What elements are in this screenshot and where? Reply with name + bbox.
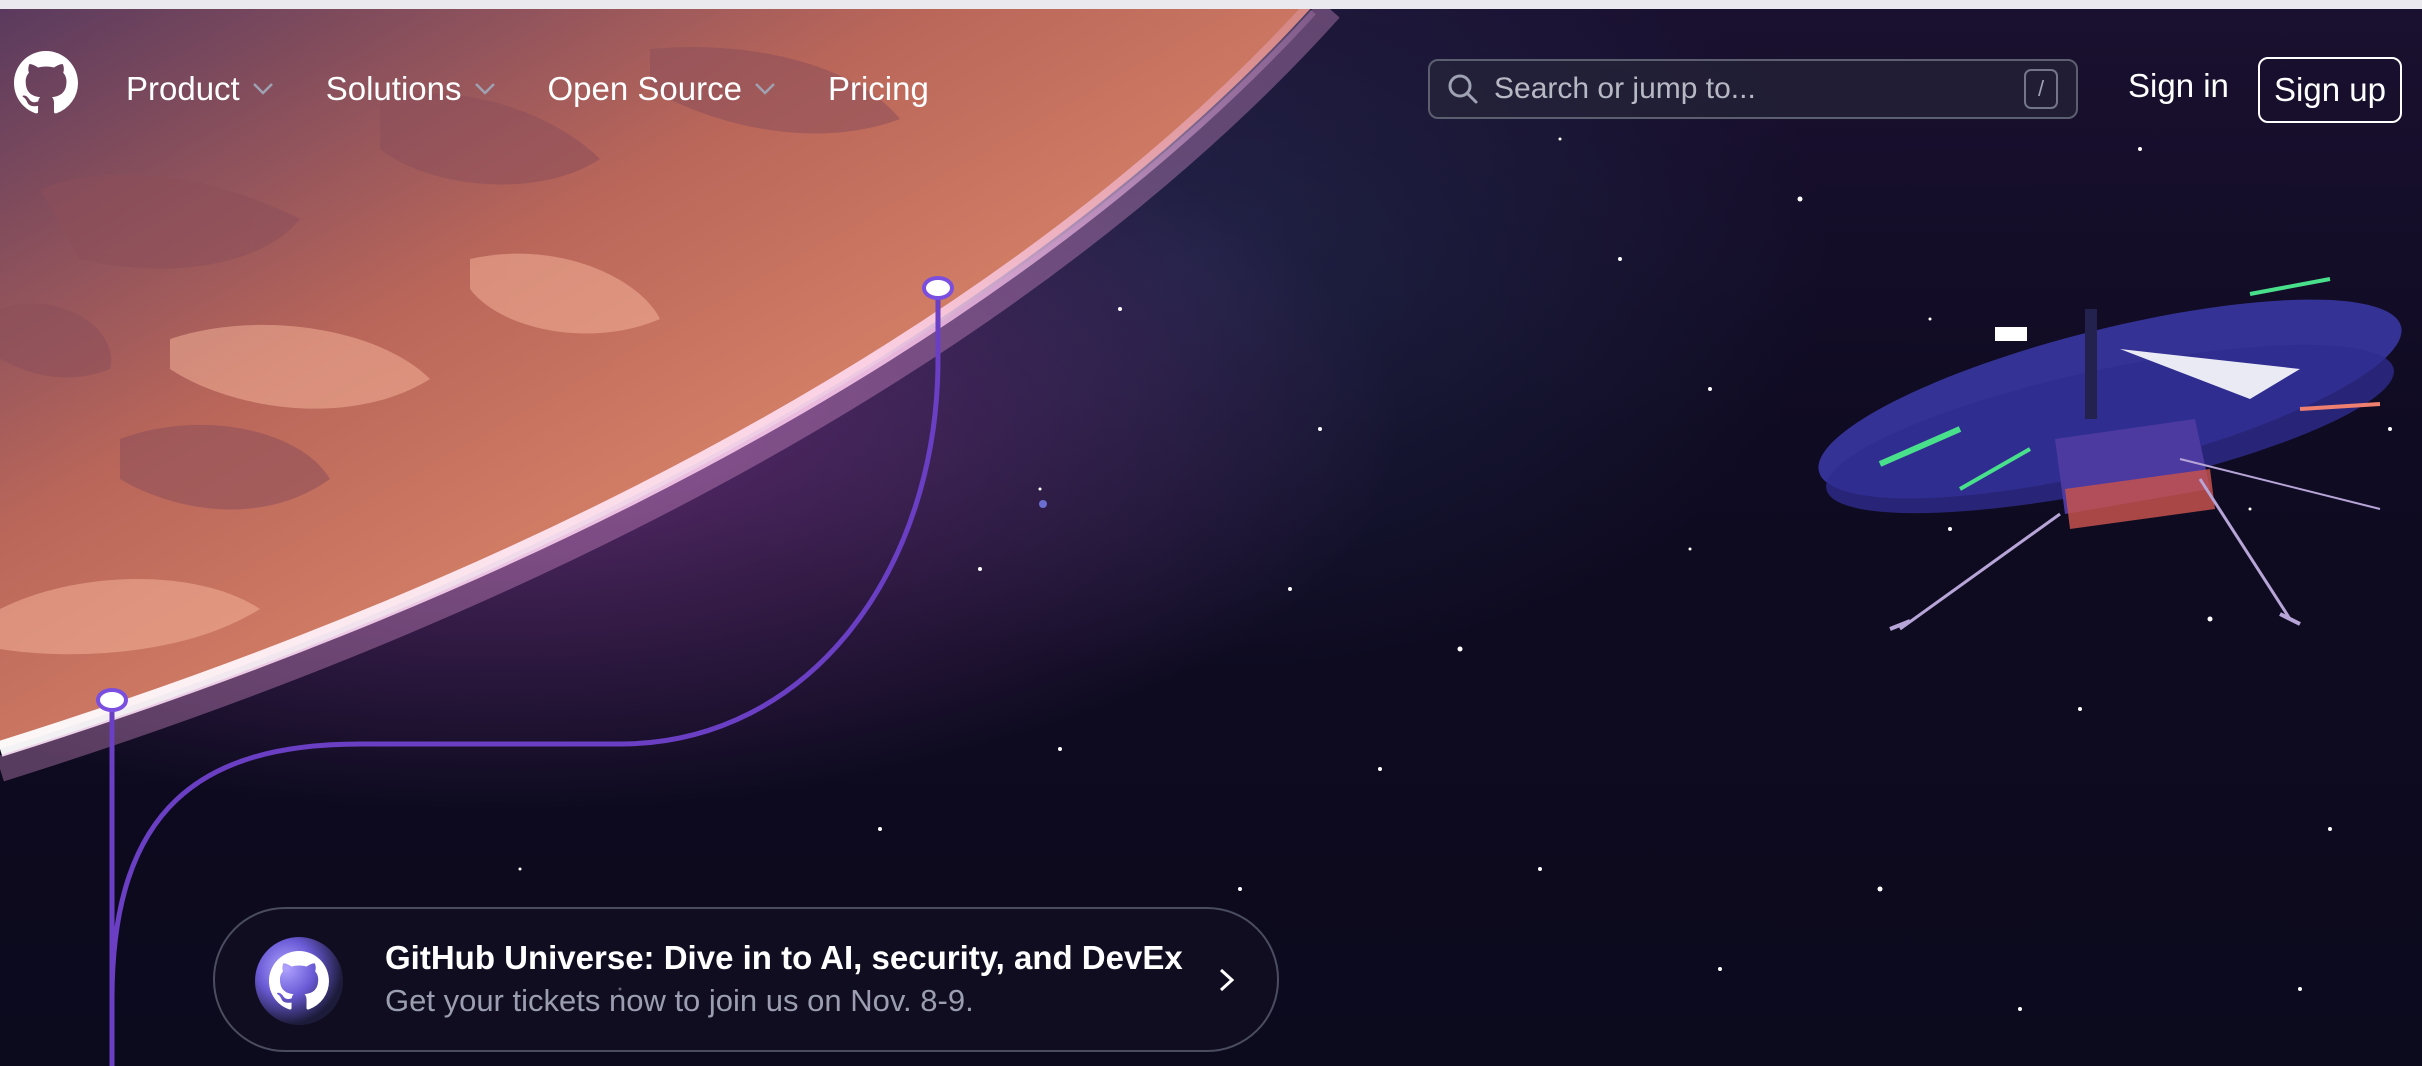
helicopter-illustration [1818, 277, 2402, 631]
browser-top-strip [0, 0, 2422, 9]
nav-pricing-label: Pricing [827, 70, 929, 107]
nav-pricing[interactable]: Pricing [828, 70, 929, 108]
nav-solutions-label: Solutions [325, 70, 462, 107]
chevron-down-icon [755, 83, 775, 95]
search-shortcut-key: / [2024, 69, 2058, 109]
search-box[interactable]: / [1428, 59, 2078, 119]
sign-up-button[interactable]: Sign up [2258, 57, 2402, 123]
nav-solutions[interactable]: Solutions [326, 70, 496, 108]
nav-open-source[interactable]: Open Source [548, 70, 776, 108]
nav-product[interactable]: Product [126, 70, 274, 108]
search-icon [1448, 74, 1478, 104]
timeline-node-bottom [96, 688, 128, 712]
chevron-down-icon [474, 83, 495, 95]
universe-announcement-banner[interactable]: GitHub Universe: Dive in to AI, security… [213, 907, 1279, 1052]
timeline-node-top [922, 276, 954, 300]
banner-subtitle: Get your tickets now to join us on Nov. … [385, 983, 974, 1018]
search-input[interactable] [1492, 71, 2024, 107]
nav-open-source-label: Open Source [547, 70, 742, 107]
sign-in-link[interactable]: Sign in [2128, 67, 2229, 105]
banner-title: GitHub Universe: Dive in to AI, security… [385, 939, 1183, 976]
chevron-right-icon [1219, 968, 1235, 992]
nav-product-label: Product [126, 70, 240, 107]
github-logo-icon[interactable] [14, 51, 78, 115]
chevron-down-icon [252, 83, 273, 95]
site-header: Product Solutions Open Source Pricing / … [0, 9, 2422, 155]
main-nav: Product Solutions Open Source Pricing [126, 59, 981, 119]
universe-logo-icon [255, 937, 343, 1025]
